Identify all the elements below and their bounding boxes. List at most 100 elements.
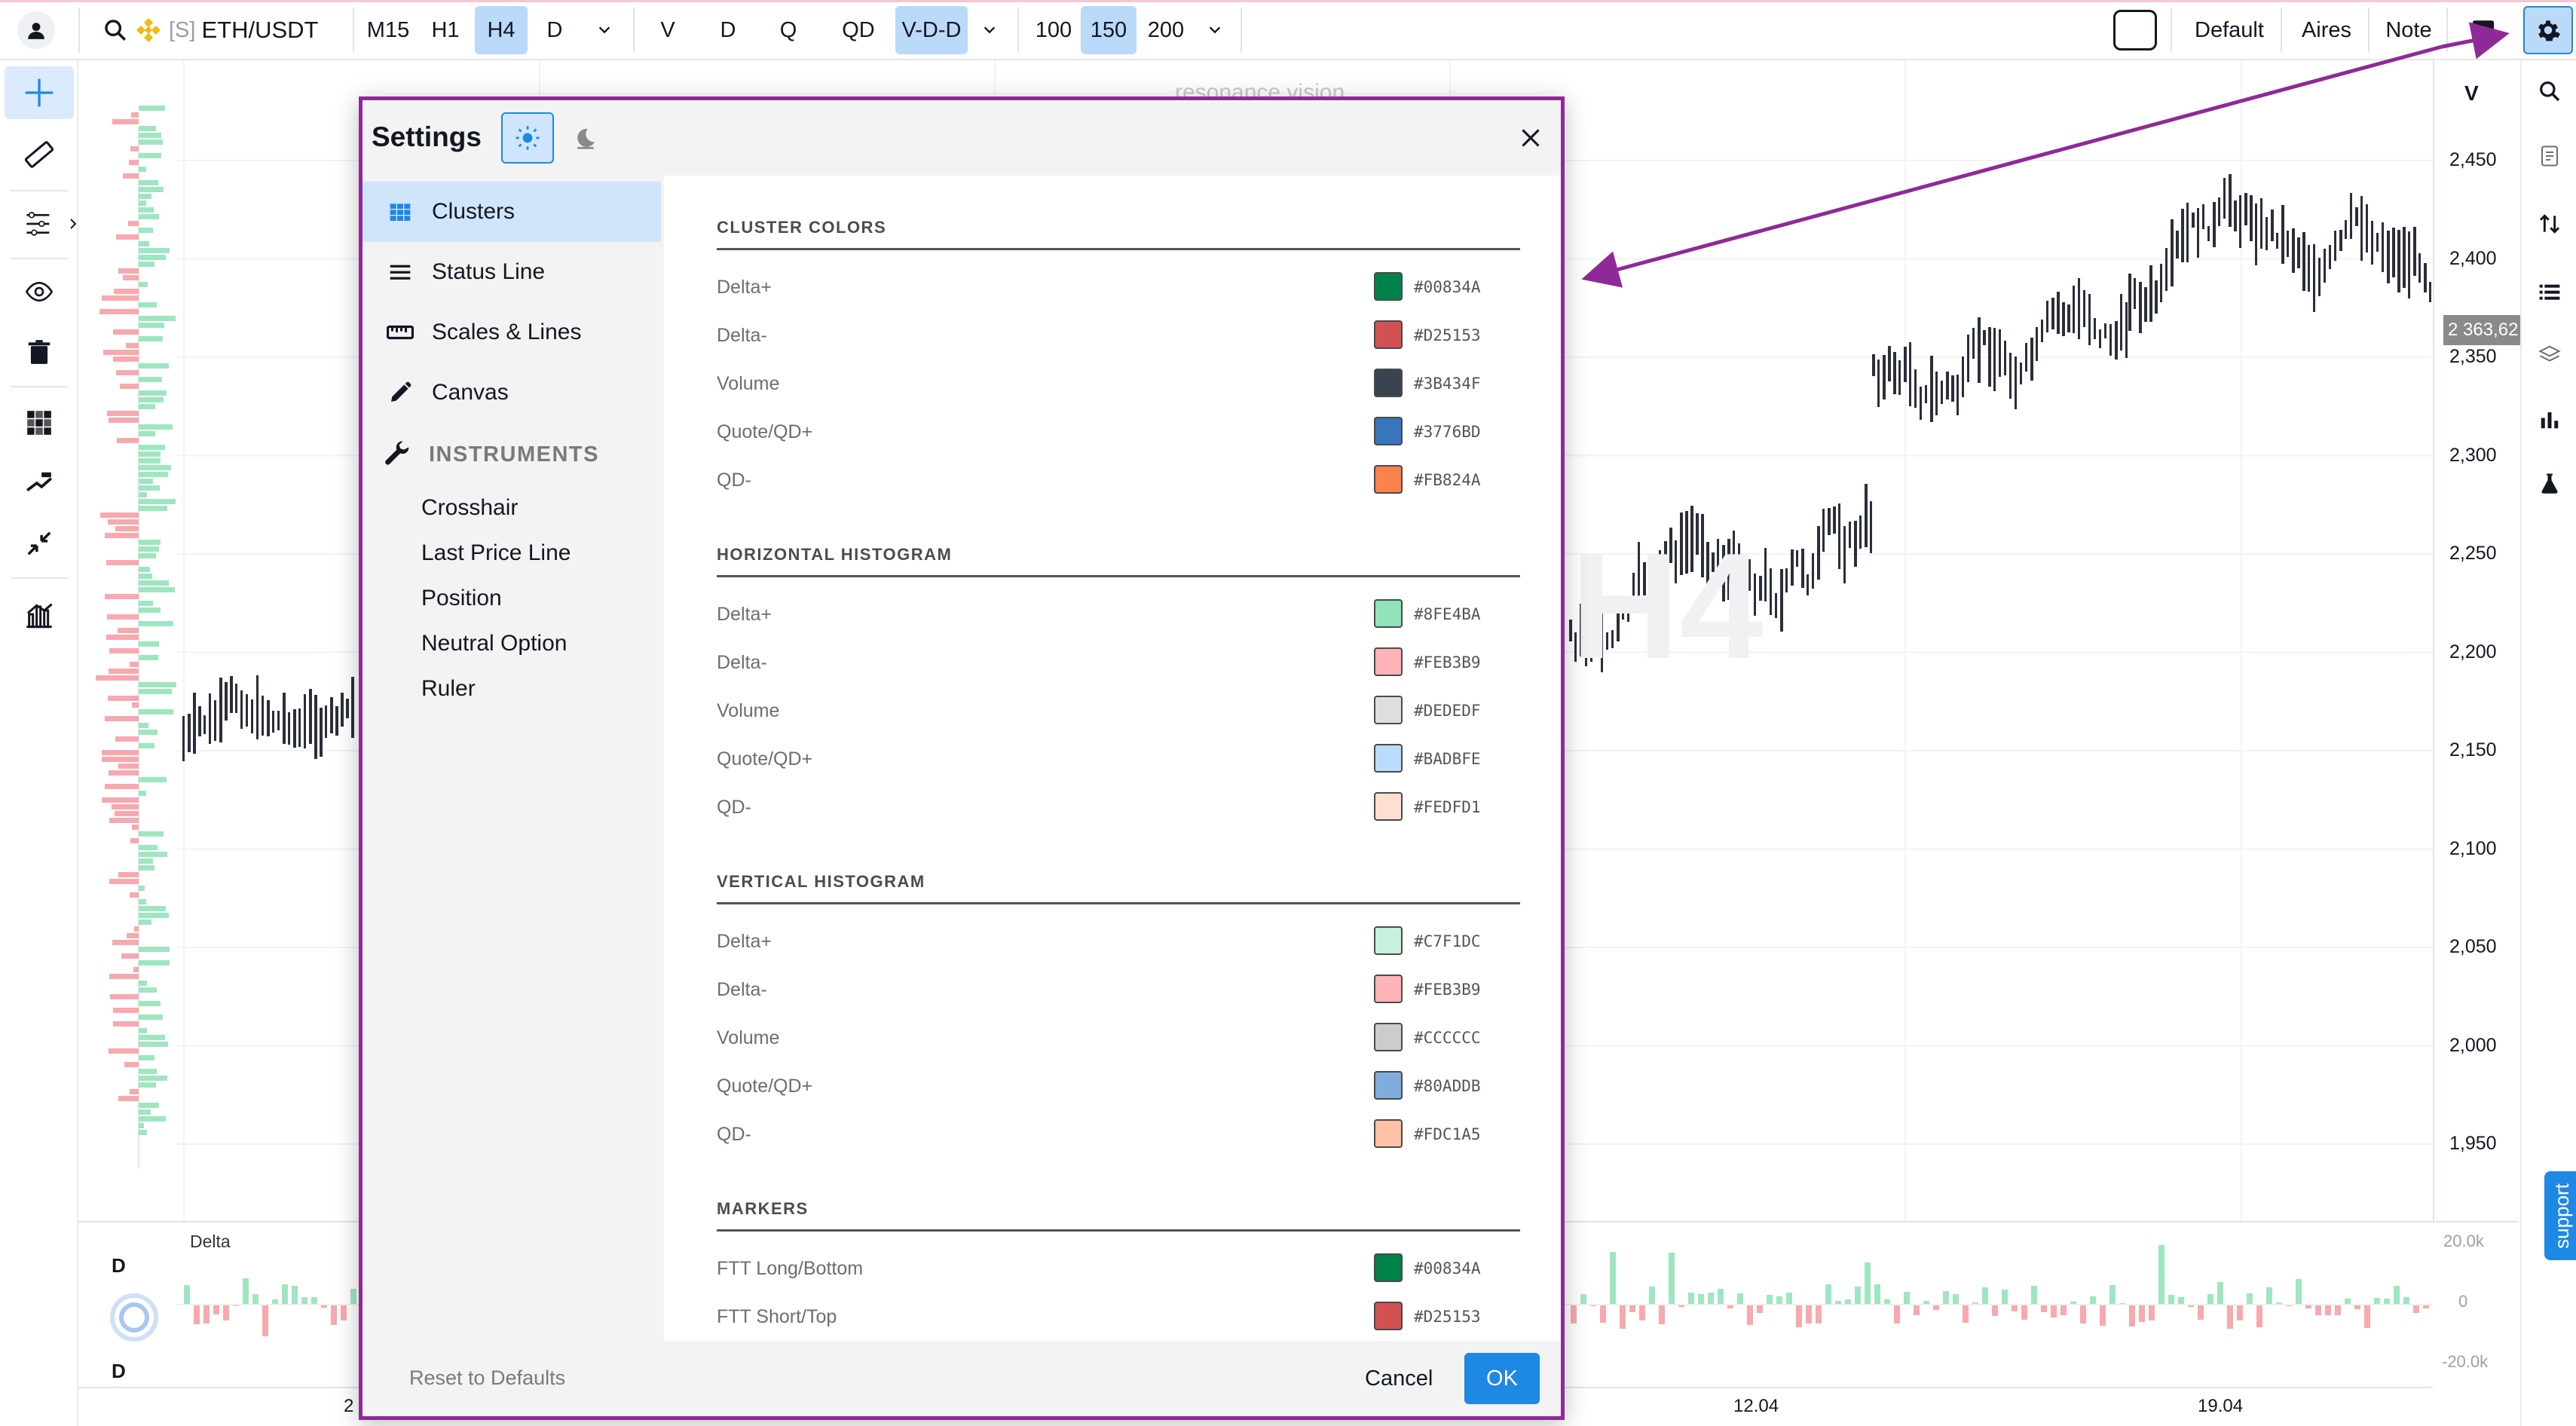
color-swatch[interactable] (1374, 417, 1403, 445)
ruler-tool[interactable] (5, 128, 74, 181)
color-swatch[interactable] (1374, 272, 1403, 301)
price-scale[interactable]: V 2,450 2,400 2,350 2,300 2,250 2,200 2,150 2,1… (2433, 60, 2522, 1221)
timeframe-d[interactable]: D (531, 6, 579, 54)
sidebar-item-status-line[interactable]: Status Line (363, 242, 661, 302)
candle (2036, 326, 2038, 361)
color-hex-value[interactable]: #C7F1DC (1414, 932, 1481, 950)
cancel-button[interactable]: Cancel (1365, 1366, 1433, 1391)
color-hex-value[interactable]: #00834A (1414, 278, 1481, 296)
timeframe-dropdown[interactable] (582, 6, 627, 54)
layout-default[interactable]: Default (2177, 6, 2282, 54)
candle (1946, 372, 1949, 400)
color-swatch[interactable] (1374, 647, 1403, 676)
symbol-search[interactable]: [S] ETH/USDT (93, 6, 350, 54)
light-theme-button[interactable] (501, 112, 554, 164)
sidebar-item-canvas[interactable]: Canvas (363, 363, 661, 423)
color-hex-value[interactable]: #FEB3B9 (1414, 981, 1481, 999)
color-swatch[interactable] (1374, 1302, 1403, 1330)
count-dropdown[interactable] (1195, 6, 1234, 54)
dialog-content[interactable]: CLUSTER COLORS Delta+ #00834A Delta- #D25153… (664, 176, 1561, 1341)
sidebar-item-clusters[interactable]: Clusters (363, 182, 661, 242)
sidebar-item-neutral-option[interactable]: Neutral Option (421, 631, 567, 656)
color-swatch[interactable] (1374, 744, 1403, 773)
color-swatch[interactable] (1374, 465, 1403, 494)
color-hex-value[interactable]: #FB824A (1414, 471, 1481, 489)
sidebar-item-scales-lines[interactable]: Scales & Lines (363, 302, 661, 363)
close-button[interactable] (1508, 115, 1553, 161)
profile-bar (139, 1116, 167, 1122)
account-button[interactable] (15, 6, 57, 54)
mode-qd[interactable]: QD (832, 6, 885, 54)
color-hex-value[interactable]: #FEB3B9 (1414, 653, 1481, 672)
stats-button[interactable] (2526, 396, 2573, 443)
color-swatch[interactable] (1374, 1119, 1403, 1148)
sidebar-item-ruler[interactable]: Ruler (421, 676, 476, 702)
position-tool[interactable] (5, 457, 74, 510)
color-swatch[interactable] (1374, 1253, 1403, 1282)
mode-v[interactable]: V (642, 6, 693, 54)
reset-defaults-button[interactable]: Reset to Defaults (409, 1366, 565, 1390)
color-hex-value[interactable]: #3B434F (1414, 375, 1481, 393)
lab-button[interactable] (2526, 460, 2573, 506)
color-swatch[interactable] (1374, 1071, 1403, 1100)
screenshot-button[interactable] (2458, 6, 2508, 54)
search-button[interactable] (2526, 68, 2573, 115)
delta-bar (1806, 1304, 1812, 1324)
timeframe-m15[interactable]: M15 (362, 6, 415, 54)
indicators-tool[interactable] (5, 588, 74, 641)
dark-theme-button[interactable] (561, 112, 610, 164)
color-swatch[interactable] (1374, 792, 1403, 821)
color-hex-value[interactable]: #3776BD (1414, 423, 1481, 441)
settings-button[interactable] (2523, 6, 2573, 54)
compress-tool[interactable] (5, 517, 74, 570)
color-swatch[interactable] (1374, 975, 1403, 1003)
color-hex-value[interactable]: #FDC1A5 (1414, 1125, 1481, 1143)
mode-d[interactable]: D (702, 6, 754, 54)
color-hex-value[interactable]: #FEDFD1 (1414, 798, 1481, 816)
color-hex-value[interactable]: #DEDEDF (1414, 702, 1481, 720)
price-scale-header[interactable]: V (2464, 81, 2479, 106)
trend-lines-tool[interactable] (5, 197, 77, 250)
hide-drawings-tool[interactable] (5, 265, 74, 318)
mode-q[interactable]: Q (763, 6, 814, 54)
color-hex-value[interactable]: #80ADDB (1414, 1077, 1481, 1095)
profile-bar (139, 377, 162, 382)
color-swatch[interactable] (1374, 1023, 1403, 1051)
layers-button[interactable] (2526, 332, 2573, 378)
sidebar-item-last-price-line[interactable]: Last Price Line (421, 540, 571, 566)
sort-button[interactable] (2526, 200, 2573, 247)
layout-aires[interactable]: Aires (2287, 6, 2366, 54)
candle (1883, 355, 1886, 400)
support-tab[interactable]: support (2544, 1171, 2576, 1260)
candle (251, 699, 253, 733)
fullscreen-toggle[interactable] (2109, 6, 2161, 54)
mode-dropdown[interactable] (968, 6, 1011, 54)
mode-vdd[interactable]: V-D-D (895, 6, 968, 54)
color-swatch[interactable] (1374, 599, 1403, 628)
delete-drawings-tool[interactable] (5, 326, 74, 378)
color-swatch[interactable] (1374, 926, 1403, 955)
color-hex-value[interactable]: #BADBFE (1414, 750, 1481, 768)
color-swatch[interactable] (1374, 320, 1403, 349)
color-hex-value[interactable]: #CCCCCC (1414, 1029, 1481, 1047)
count-100[interactable]: 100 (1026, 6, 1081, 54)
color-hex-value[interactable]: #D25153 (1414, 1308, 1481, 1326)
count-150[interactable]: 150 (1081, 6, 1137, 54)
color-hex-value[interactable]: #00834A (1414, 1259, 1481, 1278)
count-200[interactable]: 200 (1138, 6, 1194, 54)
color-swatch[interactable] (1374, 696, 1403, 724)
candle (2339, 230, 2342, 251)
color-swatch[interactable] (1374, 369, 1403, 397)
timeframe-h1[interactable]: H1 (419, 6, 472, 54)
color-hex-value[interactable]: #8FE4BA (1414, 605, 1481, 623)
sidebar-item-crosshair[interactable]: Crosshair (421, 495, 518, 521)
color-hex-value[interactable]: #D25153 (1414, 326, 1481, 344)
sidebar-item-position[interactable]: Position (421, 586, 502, 611)
list-button[interactable] (2526, 268, 2573, 315)
notes-button[interactable] (2526, 133, 2573, 179)
timeframe-h4[interactable]: H4 (475, 6, 528, 54)
clusters-tool[interactable] (5, 396, 74, 449)
layout-note[interactable]: Note (2374, 6, 2443, 54)
ok-button[interactable]: OK (1464, 1353, 1540, 1404)
crosshair-tool[interactable] (5, 66, 74, 119)
